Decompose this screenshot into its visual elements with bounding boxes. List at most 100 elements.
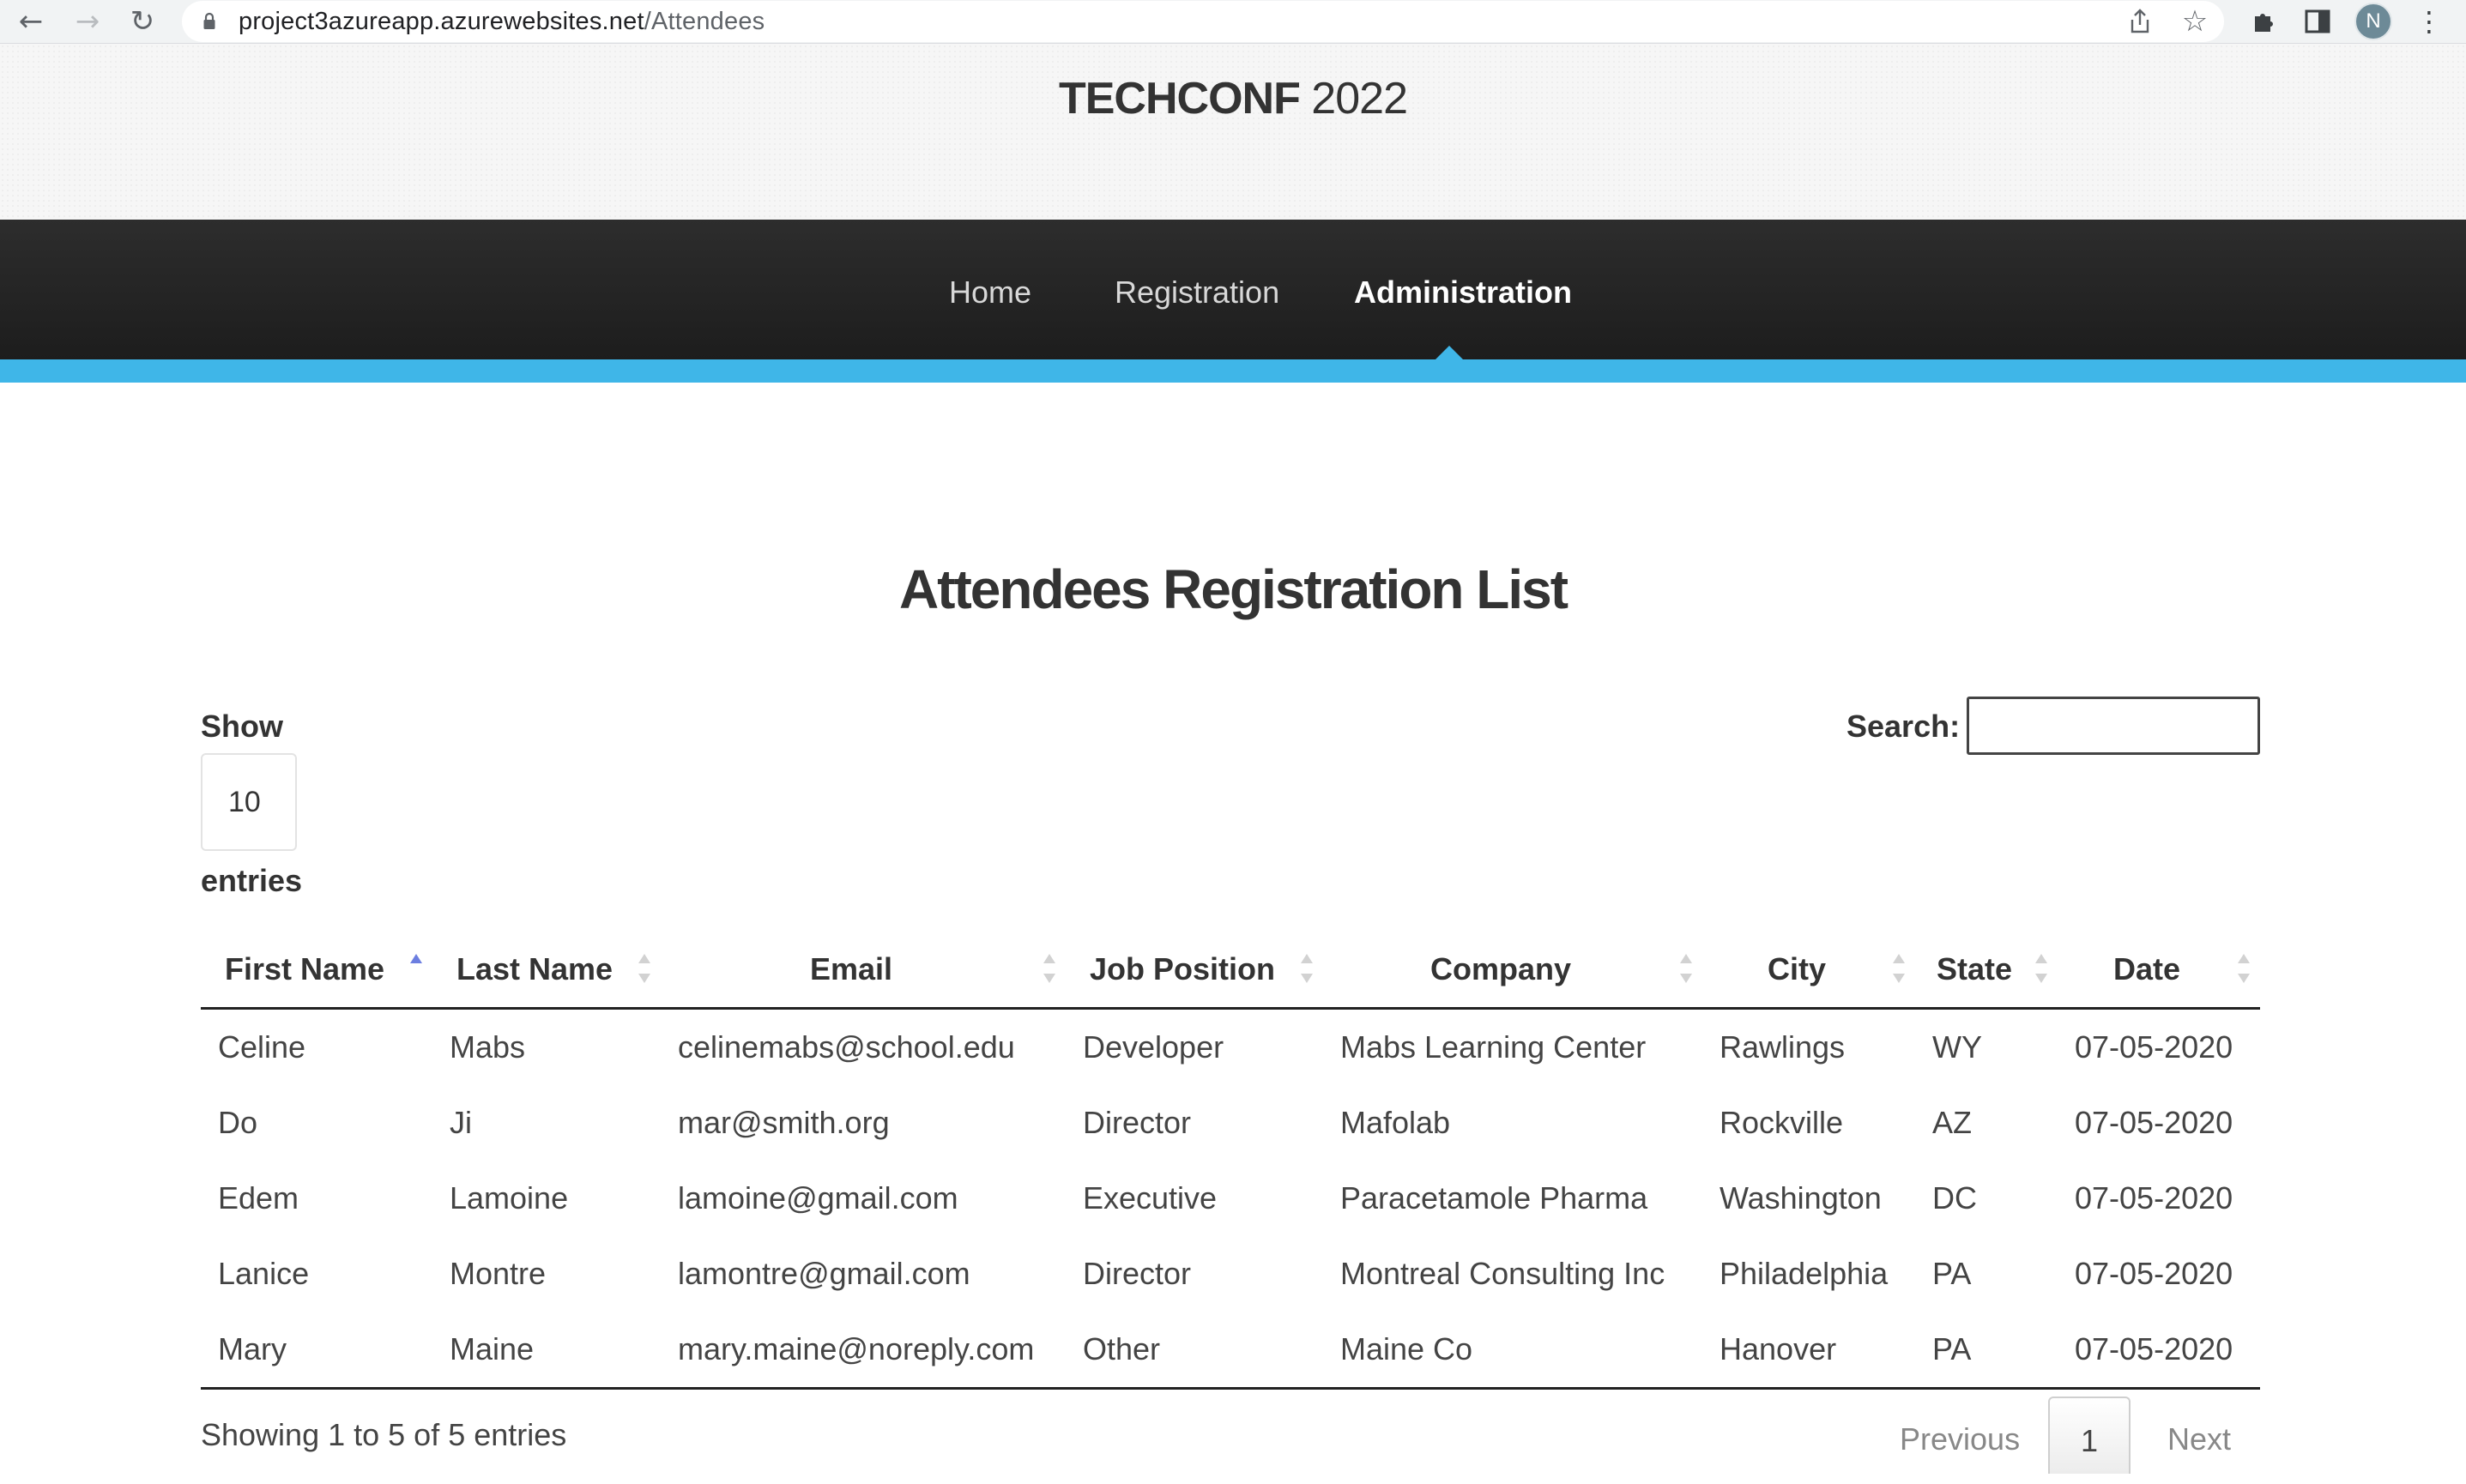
- side-panel-icon[interactable]: [2298, 0, 2337, 43]
- column-label: First Name: [224, 951, 385, 986]
- table-row: Celine Mabs celinemabs@school.edu Develo…: [201, 1009, 2260, 1086]
- table-row: Edem Lamoine lamoine@gmail.com Executive…: [201, 1161, 2260, 1236]
- column-header-company[interactable]: Company: [1323, 932, 1702, 1010]
- cell-state: AZ: [1932, 1105, 1973, 1140]
- cell-date: 07-05-2020: [2075, 1256, 2233, 1291]
- cell-last-name: Lamoine: [450, 1180, 569, 1216]
- cell-last-name: Maine: [432, 1312, 661, 1390]
- nav-home[interactable]: Home: [949, 220, 1031, 359]
- cell-company: Maine Co: [1323, 1312, 1702, 1390]
- sort-both-icon: [2238, 954, 2250, 983]
- share-icon[interactable]: [2121, 1, 2159, 42]
- cell-first-name: Celine: [218, 1029, 306, 1065]
- column-header-state[interactable]: State: [1915, 932, 2058, 1010]
- profile-avatar[interactable]: N: [2354, 3, 2392, 40]
- url-path: /Attendees: [644, 8, 765, 35]
- column-header-date[interactable]: Date: [2058, 932, 2260, 1010]
- table-row: Do Ji mar@smith.org Director Mafolab Roc…: [201, 1085, 2260, 1161]
- cell-company: Mafolab: [1340, 1105, 1451, 1140]
- entries-label: entries: [201, 863, 303, 898]
- page-title: Attendees Registration List: [898, 558, 1568, 620]
- cell-last-name: Ji: [450, 1105, 472, 1140]
- kebab-menu-icon[interactable]: ⋮: [2409, 0, 2449, 43]
- table-header-row: First Name Last Name Email Job Position …: [201, 932, 2260, 1010]
- cell-last-name: Montre: [450, 1256, 547, 1291]
- attendees-table: First Name Last Name Email Job Position …: [201, 932, 2260, 1390]
- cell-job-position: Director: [1083, 1105, 1192, 1140]
- main-nav: Home Registration Administration: [0, 220, 2466, 359]
- column-label: Company: [1429, 951, 1572, 986]
- cell-company: Paracetamole Pharma: [1340, 1180, 1648, 1216]
- cell-date: 07-05-2020: [2075, 1180, 2233, 1216]
- page-1-button[interactable]: 1: [2048, 1397, 2131, 1474]
- table-row: Mary Maine mary.maine@noreply.com Other …: [201, 1312, 2260, 1390]
- cell-state: DC: [1932, 1180, 1977, 1216]
- brand-name: TECHCONF: [1058, 74, 1301, 124]
- table-row: Lanice Montre lamontre@gmail.com Directo…: [201, 1236, 2260, 1312]
- cell-state: PA: [1915, 1312, 2058, 1390]
- column-header-city[interactable]: City: [1702, 932, 1915, 1010]
- cell-email: lamontre@gmail.com: [678, 1256, 970, 1291]
- table-info: Showing 1 to 5 of 5 entries: [201, 1417, 567, 1452]
- cell-last-name: Mabs: [450, 1029, 526, 1065]
- cell-email: celinemabs@school.edu: [678, 1029, 1015, 1065]
- previous-page-button[interactable]: Previous: [1900, 1397, 2020, 1474]
- column-label: Job Position: [1090, 951, 1275, 986]
- page-length-select[interactable]: 10: [201, 753, 297, 851]
- cell-city: Hanover: [1702, 1312, 1915, 1390]
- column-header-first-name[interactable]: First Name: [201, 932, 432, 1010]
- brand-year: 2022: [1299, 74, 1408, 124]
- column-label: Email: [809, 951, 893, 986]
- sort-ascending-icon: [410, 954, 422, 983]
- nav-administration[interactable]: Administration: [1354, 220, 1572, 359]
- sort-both-icon: [1301, 954, 1313, 983]
- cell-city: Washington: [1720, 1180, 1882, 1216]
- cell-email: mar@smith.org: [678, 1105, 890, 1140]
- reload-icon[interactable]: ↻: [124, 0, 161, 43]
- search-label: Search:: [1846, 709, 1961, 744]
- site-brand[interactable]: TECHCONF 2022: [0, 73, 2466, 124]
- cell-date: 07-05-2020: [2058, 1312, 2260, 1390]
- sort-both-icon: [1893, 954, 1905, 983]
- cell-job-position: Other: [1066, 1312, 1323, 1390]
- search-input[interactable]: [1967, 697, 2260, 755]
- cell-first-name: Lanice: [218, 1256, 310, 1291]
- forward-arrow-icon[interactable]: →: [69, 0, 106, 43]
- show-label: Show: [201, 709, 283, 744]
- sort-both-icon: [638, 954, 650, 983]
- column-label: State: [1936, 951, 2013, 986]
- active-nav-indicator: [1435, 346, 1464, 360]
- cell-first-name: Mary: [201, 1312, 432, 1390]
- back-arrow-icon[interactable]: ←: [12, 0, 50, 43]
- sort-both-icon: [1043, 954, 1055, 983]
- cell-company: Montreal Consulting Inc: [1340, 1256, 1665, 1291]
- column-header-email[interactable]: Email: [661, 932, 1066, 1010]
- column-header-last-name[interactable]: Last Name: [432, 932, 661, 1010]
- nav-registration[interactable]: Registration: [1115, 220, 1279, 359]
- cell-job-position: Director: [1083, 1256, 1192, 1291]
- cell-first-name: Do: [218, 1105, 258, 1140]
- cell-date: 07-05-2020: [2075, 1105, 2233, 1140]
- cell-job-position: Executive: [1083, 1180, 1218, 1216]
- url-text[interactable]: project3azureapp.azurewebsites.net/Atten…: [239, 1, 765, 42]
- cell-city: Philadelphia: [1720, 1256, 1889, 1291]
- sort-both-icon: [1680, 954, 1692, 983]
- star-icon[interactable]: ☆: [2176, 1, 2214, 42]
- column-label: Date: [2112, 951, 2181, 986]
- cell-city: Rockville: [1720, 1105, 1844, 1140]
- sort-both-icon: [2035, 954, 2047, 983]
- address-bar[interactable]: project3azureapp.azurewebsites.net/Atten…: [182, 1, 2224, 42]
- lock-icon[interactable]: [202, 11, 216, 32]
- url-host: project3azureapp.azurewebsites.net: [239, 8, 644, 35]
- cell-email: lamoine@gmail.com: [678, 1180, 958, 1216]
- cell-city: Rawlings: [1720, 1029, 1846, 1065]
- cell-date: 07-05-2020: [2075, 1029, 2233, 1065]
- site-header: TECHCONF 2022: [0, 44, 2466, 220]
- column-header-job-position[interactable]: Job Position: [1066, 932, 1323, 1010]
- puzzle-icon[interactable]: [2245, 0, 2284, 43]
- next-page-button[interactable]: Next: [2167, 1397, 2231, 1474]
- cell-first-name: Edem: [218, 1180, 299, 1216]
- column-label: City: [1767, 951, 1826, 986]
- column-label: Last Name: [456, 951, 613, 986]
- cell-job-position: Developer: [1083, 1029, 1224, 1065]
